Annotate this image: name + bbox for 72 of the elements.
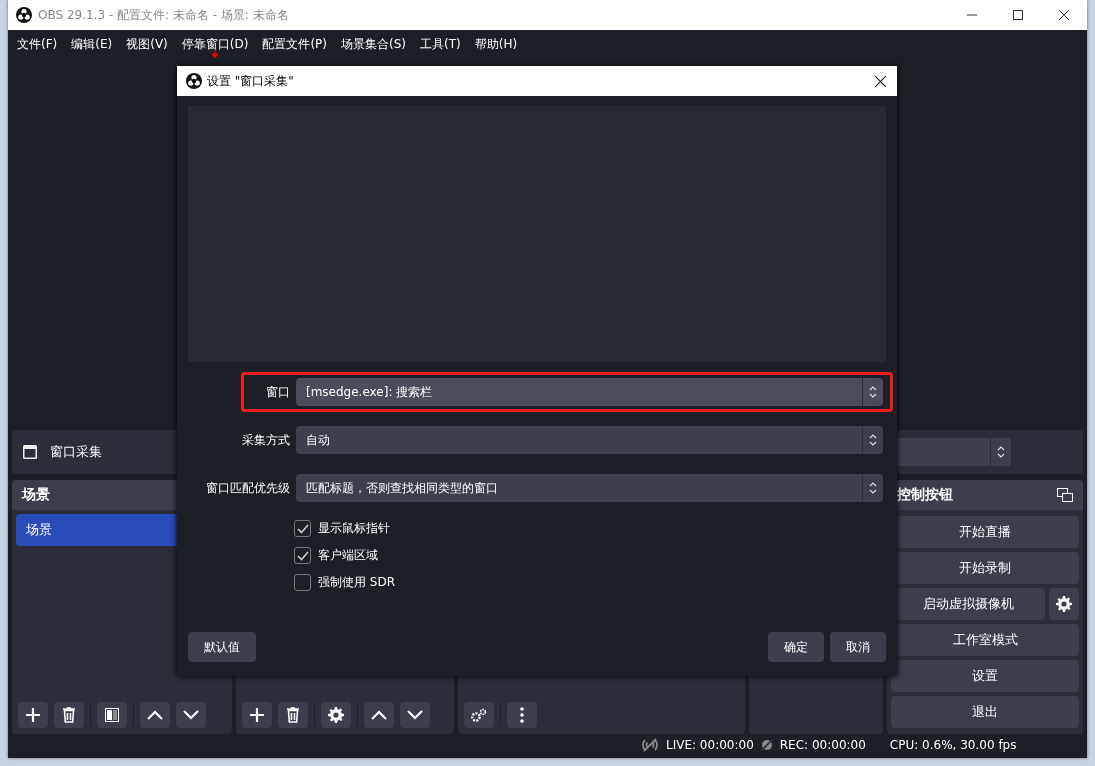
move-down-button[interactable] (400, 702, 430, 728)
maximize-icon (1013, 10, 1023, 20)
chevron-down-icon (407, 710, 423, 720)
checkbox-option[interactable]: 客户端区域 (294, 547, 886, 564)
control-button[interactable]: 退出 (891, 696, 1079, 728)
gears-icon (471, 708, 487, 722)
menu-item[interactable]: 工具(T) (413, 37, 468, 51)
filter-icon (105, 708, 119, 722)
more-options-button[interactable] (507, 702, 537, 728)
dropdown-field[interactable]: 自动 (296, 426, 883, 454)
gear-icon (1056, 596, 1072, 612)
menu-item[interactable]: 停靠窗口(D) (174, 37, 256, 51)
menu-item[interactable]: 场景集合(S) (334, 37, 413, 51)
checkbox[interactable] (294, 520, 311, 537)
spin-arrows-icon (869, 433, 877, 447)
spin-arrows-icon (869, 481, 877, 495)
window-icon (22, 444, 38, 460)
move-up-button[interactable] (140, 702, 170, 728)
scene-filters-button[interactable] (97, 702, 127, 728)
field-label: 窗口 (265, 383, 290, 401)
source-settings-button[interactable] (321, 702, 351, 728)
cpu-usage: CPU: 0.6%, 30.00 fps (889, 737, 1017, 752)
spin-arrows-icon (997, 445, 1005, 459)
undock-icon[interactable] (1057, 488, 1073, 502)
audio-settings-button[interactable] (464, 702, 494, 728)
obs-logo-icon (186, 73, 202, 89)
field-label: 采集方式 (241, 431, 290, 449)
signal-off-icon (640, 737, 660, 752)
move-up-button[interactable] (364, 702, 394, 728)
dropdown-field[interactable]: [msedge.exe]: 搜索栏 (296, 378, 883, 406)
dock-title: 场景 (22, 486, 50, 504)
add-source-button[interactable] (242, 702, 272, 728)
chevron-down-icon (183, 710, 199, 720)
add-scene-button[interactable] (18, 702, 48, 728)
rec-timer: REC: 00:00:00 (779, 737, 866, 752)
trash-icon (62, 707, 76, 723)
gear-icon (328, 707, 344, 723)
chevron-up-icon (147, 710, 163, 720)
dropdown-field[interactable]: 匹配标题，否则查找相同类型的窗口 (296, 474, 883, 502)
cancel-button[interactable]: 取消 (830, 632, 886, 662)
control-button[interactable]: 设置 (891, 660, 1079, 692)
dialog-title: 设置 "窗口采集" (207, 72, 294, 90)
checkbox[interactable] (294, 574, 311, 591)
live-timer: LIVE: 00:00:00 (666, 737, 754, 752)
close-icon (1059, 10, 1069, 20)
settings-button[interactable] (1049, 588, 1079, 620)
checkbox-option[interactable]: 强制使用 SDR (294, 574, 886, 591)
plus-icon (25, 707, 41, 723)
defaults-button[interactable]: 默认值 (188, 632, 256, 662)
chevron-up-icon (371, 710, 387, 720)
checkbox[interactable] (294, 547, 311, 564)
record-off-icon (759, 737, 774, 752)
window-title: OBS 29.1.3 - 配置文件: 未命名 - 场景: 未命名 (38, 6, 289, 24)
menu-item[interactable]: 编辑(E) (64, 37, 120, 51)
remove-source-button[interactable] (278, 702, 308, 728)
ok-button[interactable]: 确定 (768, 632, 824, 662)
source-name: 窗口采集 (50, 443, 102, 461)
obs-logo-icon (16, 7, 32, 23)
close-icon (874, 75, 886, 87)
spin-arrows-icon (869, 385, 877, 399)
menu-item[interactable]: 视图(V) (119, 37, 175, 51)
move-down-button[interactable] (176, 702, 206, 728)
menu-item[interactable]: 文件(F) (10, 37, 65, 51)
dock-title: 控制按钮 (897, 486, 953, 504)
field-label: 窗口匹配优先级 (205, 479, 290, 497)
remove-scene-button[interactable] (54, 702, 84, 728)
plus-icon (249, 707, 265, 723)
checkbox-option[interactable]: 显示鼠标指针 (294, 520, 886, 537)
vertical-dots-icon (520, 707, 524, 723)
menu-item[interactable]: 配置文件(P) (255, 37, 334, 51)
trash-icon (286, 707, 300, 723)
menu-item[interactable]: 帮助(H) (467, 37, 525, 51)
